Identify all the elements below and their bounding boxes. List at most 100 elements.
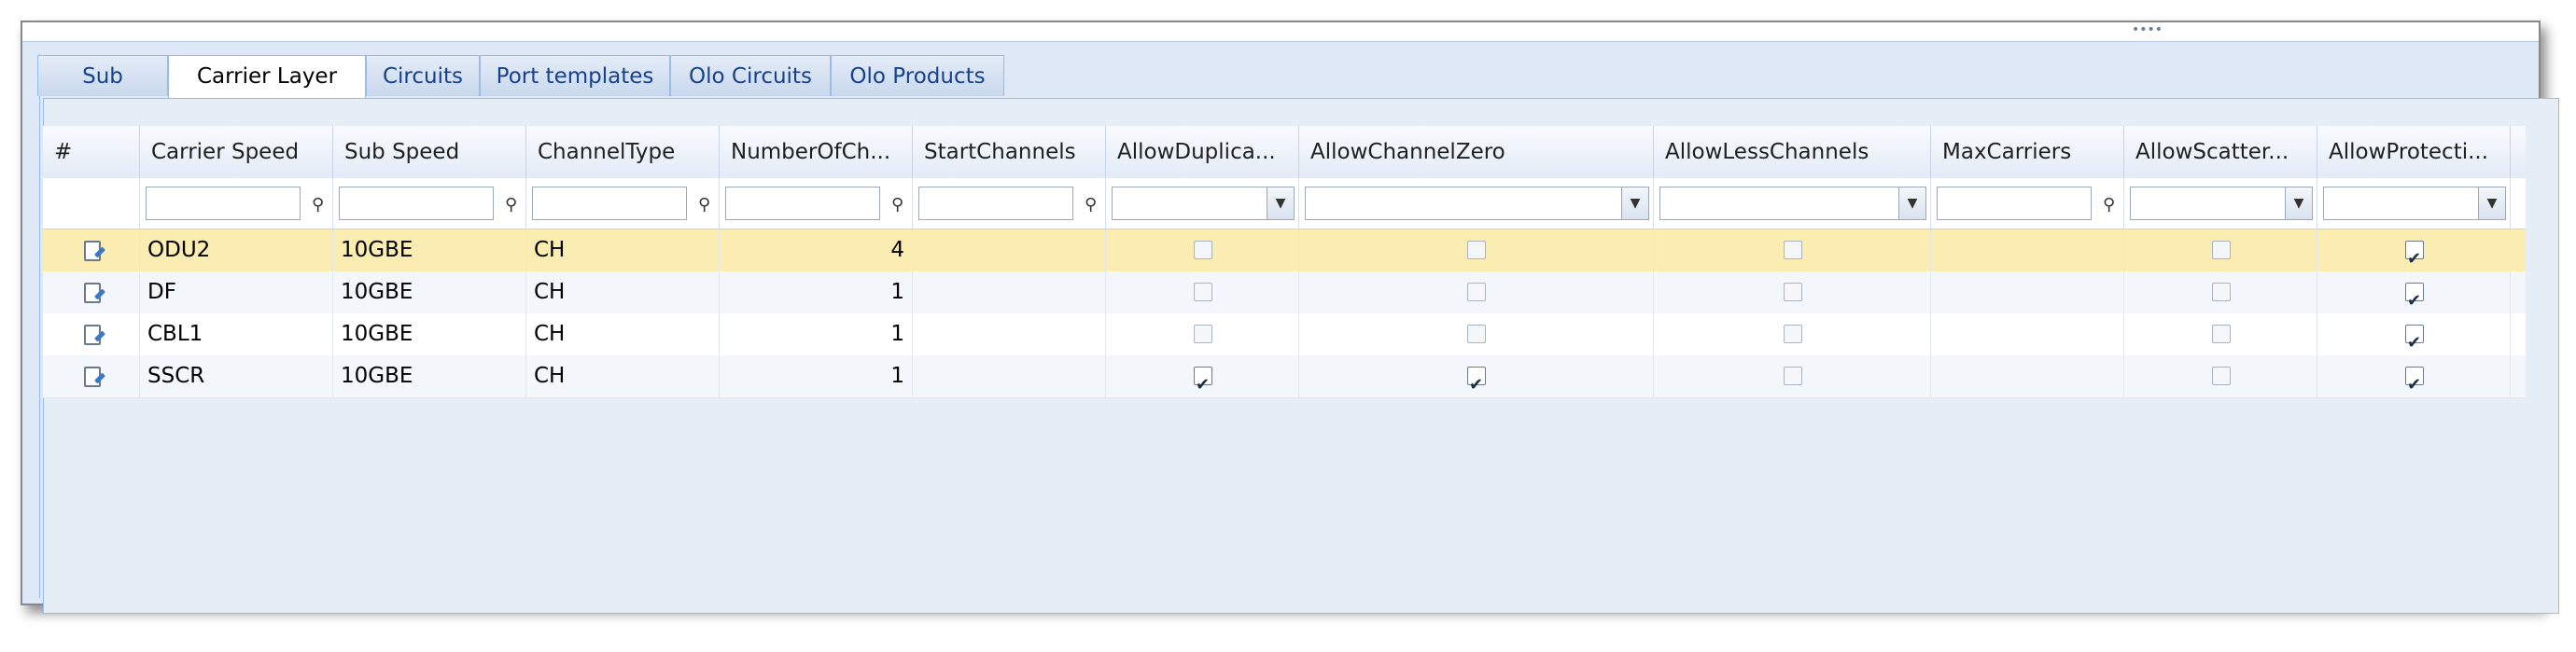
tab-olo-products[interactable]: Olo Products	[831, 55, 1004, 96]
edit-row-icon[interactable]	[84, 325, 101, 345]
checkbox[interactable]	[1194, 283, 1212, 301]
row-edit-cell	[43, 313, 140, 355]
col-header-channel-type[interactable]: ChannelType	[526, 126, 720, 178]
cell-sub-speed: 10GBE	[333, 229, 526, 271]
filter-icon[interactable]: ⚲	[505, 195, 517, 215]
cell-allow-channel-zero	[1299, 313, 1654, 355]
chevron-down-icon[interactable]: ▼	[1898, 187, 1926, 220]
filter-cell-sub-speed: ⚲	[333, 178, 526, 229]
tab-carrier-layer[interactable]: Carrier Layer⟳	[168, 55, 366, 131]
filter-icon[interactable]: ⚲	[1085, 195, 1097, 215]
filter-icon[interactable]: ⚲	[312, 195, 324, 215]
chevron-down-icon[interactable]: ▼	[1267, 187, 1295, 220]
checkbox[interactable]	[2212, 367, 2231, 385]
allow-less-channels-filter-select[interactable]	[1659, 187, 1926, 220]
splitter-grip-icon[interactable]: ••••	[2132, 22, 2163, 37]
cell-channel-type: CH	[526, 313, 720, 355]
col-header-allow-scatter[interactable]: AllowScatter...	[2124, 126, 2317, 178]
start-channels-filter-input[interactable]	[918, 187, 1073, 220]
table-row[interactable]: SSCR 10GBE CH 1	[43, 355, 2526, 406]
cell-sub-speed: 10GBE	[333, 355, 526, 397]
checkbox[interactable]	[2405, 238, 2424, 280]
col-header-carrier-speed[interactable]: Carrier Speed	[140, 126, 333, 178]
checkbox[interactable]	[2212, 325, 2231, 343]
checkbox[interactable]	[1784, 367, 1802, 385]
cell-channel-type: CH	[526, 355, 720, 397]
tab-port-templates[interactable]: Port templates	[480, 55, 670, 96]
carrier-speed-filter-input[interactable]	[146, 187, 301, 220]
table-row[interactable]: ODU2 10GBE CH 4	[43, 229, 2526, 280]
chevron-down-icon[interactable]: ▼	[1621, 187, 1649, 220]
cell-allow-duplicate	[1106, 313, 1299, 355]
col-header-start-channels[interactable]: StartChannels	[913, 126, 1106, 178]
cell-start-channels	[913, 313, 1106, 355]
col-header-allow-less-channels[interactable]: AllowLessChannels	[1654, 126, 1931, 178]
cell-allow-channel-zero	[1299, 229, 1654, 271]
edit-row-icon[interactable]	[84, 241, 101, 261]
checkbox[interactable]	[1467, 364, 1486, 406]
filter-cell-channel-type: ⚲	[526, 178, 720, 229]
checkbox[interactable]	[1194, 364, 1212, 406]
cell-number-of-ch: 1	[720, 355, 913, 397]
table-row[interactable]: DF 10GBE CH 1	[43, 271, 2526, 322]
checkbox[interactable]	[1467, 283, 1486, 301]
table-row[interactable]: CBL1 10GBE CH 1	[43, 313, 2526, 364]
checkbox[interactable]	[1467, 241, 1486, 259]
filter-cell-allow-duplicate: ▼	[1106, 178, 1299, 229]
checkbox[interactable]	[1784, 241, 1802, 259]
checkbox[interactable]	[2212, 241, 2231, 259]
edit-row-icon[interactable]	[84, 367, 101, 387]
col-header-allow-protection[interactable]: AllowProtecti...	[2317, 126, 2511, 178]
col-header-sub-speed[interactable]: Sub Speed	[333, 126, 526, 178]
cell-allow-protection	[2317, 313, 2511, 364]
max-carriers-filter-input[interactable]	[1937, 187, 2092, 220]
filter-cell-allow-scatter: ▼	[2124, 178, 2317, 229]
checkbox[interactable]	[2405, 322, 2424, 364]
filter-row: ⚲ ⚲ ⚲ ⚲ ⚲ ▼ ▼ ▼ ⚲ ▼ ▼	[43, 178, 2526, 229]
col-header-index[interactable]: #	[43, 126, 140, 178]
filter-icon[interactable]: ⚲	[891, 195, 903, 215]
cell-allow-protection	[2317, 271, 2511, 322]
col-header-allow-channel-zero[interactable]: AllowChannelZero	[1299, 126, 1654, 178]
cell-start-channels	[913, 355, 1106, 397]
app-window: •••• Sub Layer Carrier Layer⟳ Circuits P…	[21, 21, 2559, 614]
filter-cell-allow-channel-zero: ▼	[1299, 178, 1654, 229]
tab-sub-layer[interactable]: Sub Layer	[37, 55, 168, 130]
cell-allow-channel-zero	[1299, 271, 1654, 313]
cell-carrier-speed: CBL1	[140, 313, 333, 355]
filter-icon[interactable]: ⚲	[698, 195, 710, 215]
cell-carrier-speed: DF	[140, 271, 333, 313]
filter-icon[interactable]: ⚲	[2103, 195, 2115, 215]
allow-channel-zero-filter-select[interactable]	[1305, 187, 1649, 220]
checkbox[interactable]	[1194, 241, 1212, 259]
top-strip: ••••	[22, 22, 2539, 42]
cell-allow-scatter	[2124, 229, 2317, 271]
filter-cell-max-carriers: ⚲	[1931, 178, 2124, 229]
cell-max-carriers	[1931, 271, 2124, 313]
number-of-channels-filter-input[interactable]	[725, 187, 880, 220]
row-edit-cell	[43, 355, 140, 397]
checkbox[interactable]	[1784, 283, 1802, 301]
checkbox[interactable]	[1784, 325, 1802, 343]
col-header-allow-duplicate[interactable]: AllowDuplica...	[1106, 126, 1299, 178]
checkbox[interactable]	[2405, 364, 2424, 406]
checkbox[interactable]	[1194, 325, 1212, 343]
cell-start-channels	[913, 271, 1106, 313]
col-header-number-of-channels[interactable]: NumberOfCh...	[720, 126, 913, 178]
chevron-down-icon[interactable]: ▼	[2478, 187, 2506, 220]
cell-allow-less-channels	[1654, 271, 1931, 313]
tab-olo-circuits[interactable]: Olo Circuits	[670, 55, 831, 96]
checkbox[interactable]	[1467, 325, 1486, 343]
col-header-max-carriers[interactable]: MaxCarriers	[1931, 126, 2124, 178]
tab-circuits[interactable]: Circuits	[366, 55, 480, 96]
cell-allow-duplicate	[1106, 271, 1299, 313]
cell-max-carriers	[1931, 313, 2124, 355]
checkbox[interactable]	[2405, 280, 2424, 322]
checkbox[interactable]	[2212, 283, 2231, 301]
sub-speed-filter-input[interactable]	[339, 187, 494, 220]
cell-allow-duplicate	[1106, 229, 1299, 271]
row-edit-cell	[43, 271, 140, 313]
channel-type-filter-input[interactable]	[532, 187, 687, 220]
chevron-down-icon[interactable]: ▼	[2285, 187, 2313, 220]
edit-row-icon[interactable]	[84, 283, 101, 303]
